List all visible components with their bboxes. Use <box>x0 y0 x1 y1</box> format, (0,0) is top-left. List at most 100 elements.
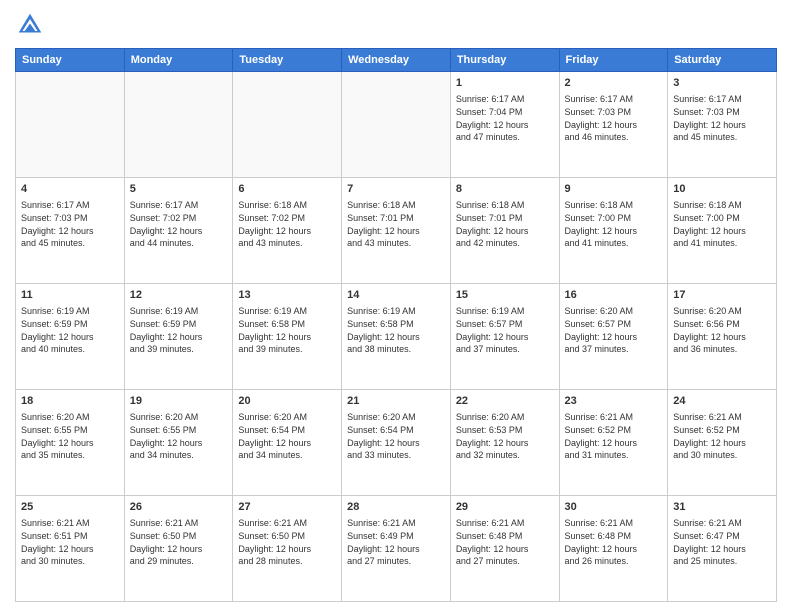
day-info: Sunrise: 6:20 AM Sunset: 6:55 PM Dayligh… <box>21 411 119 461</box>
calendar-cell <box>16 72 125 178</box>
day-number: 9 <box>565 182 663 197</box>
day-number: 24 <box>673 394 771 409</box>
day-number: 28 <box>347 500 445 515</box>
calendar-cell: 29 Sunrise: 6:21 AM Sunset: 6:48 PM Dayli… <box>450 496 559 602</box>
day-header-monday: Monday <box>124 49 233 72</box>
day-info: Sunrise: 6:18 AM Sunset: 7:01 PM Dayligh… <box>456 199 554 249</box>
day-number: 7 <box>347 182 445 197</box>
calendar-cell: 27 Sunrise: 6:21 AM Sunset: 6:50 PM Dayli… <box>233 496 342 602</box>
day-info: Sunrise: 6:20 AM Sunset: 6:57 PM Dayligh… <box>565 305 663 355</box>
day-number: 22 <box>456 394 554 409</box>
day-number: 4 <box>21 182 119 197</box>
day-number: 26 <box>130 500 228 515</box>
header <box>15 10 777 40</box>
calendar-cell: 1Sunrise: 6:17 AM Sunset: 7:04 PM Daylig… <box>450 72 559 178</box>
week-row-3: 11 Sunrise: 6:19 AM Sunset: 6:59 PM Dayli… <box>16 284 777 390</box>
day-info: Sunrise: 6:17 AM Sunset: 7:03 PM Dayligh… <box>21 199 119 249</box>
calendar-cell: 26 Sunrise: 6:21 AM Sunset: 6:50 PM Dayli… <box>124 496 233 602</box>
calendar-cell: 3 Sunrise: 6:17 AM Sunset: 7:03 PM Daylig… <box>668 72 777 178</box>
day-header-wednesday: Wednesday <box>342 49 451 72</box>
calendar-cell: 25Sunrise: 6:21 AM Sunset: 6:51 PM Dayli… <box>16 496 125 602</box>
day-info: Sunrise: 6:17 AM Sunset: 7:04 PM Dayligh… <box>456 93 554 143</box>
day-number: 3 <box>673 76 771 91</box>
calendar-cell: 15 Sunrise: 6:19 AM Sunset: 6:57 PM Dayli… <box>450 284 559 390</box>
day-info: Sunrise: 6:19 AM Sunset: 6:59 PM Dayligh… <box>21 305 119 355</box>
day-info: Sunrise: 6:18 AM Sunset: 7:00 PM Dayligh… <box>673 199 771 249</box>
day-number: 31 <box>673 500 771 515</box>
day-info: Sunrise: 6:21 AM Sunset: 6:52 PM Dayligh… <box>565 411 663 461</box>
calendar-cell: 19 Sunrise: 6:20 AM Sunset: 6:55 PM Dayli… <box>124 390 233 496</box>
day-info: Sunrise: 6:21 AM Sunset: 6:48 PM Dayligh… <box>456 517 554 567</box>
day-info: Sunrise: 6:18 AM Sunset: 7:02 PM Dayligh… <box>238 199 336 249</box>
day-info: Sunrise: 6:21 AM Sunset: 6:49 PM Dayligh… <box>347 517 445 567</box>
day-number: 2 <box>565 76 663 91</box>
calendar-cell <box>342 72 451 178</box>
calendar-cell: 28 Sunrise: 6:21 AM Sunset: 6:49 PM Dayli… <box>342 496 451 602</box>
day-number: 14 <box>347 288 445 303</box>
calendar-cell <box>233 72 342 178</box>
calendar-cell: 17 Sunrise: 6:20 AM Sunset: 6:56 PM Dayli… <box>668 284 777 390</box>
day-header-sunday: Sunday <box>16 49 125 72</box>
calendar-cell: 20 Sunrise: 6:20 AM Sunset: 6:54 PM Dayli… <box>233 390 342 496</box>
calendar-cell: 22 Sunrise: 6:20 AM Sunset: 6:53 PM Dayli… <box>450 390 559 496</box>
logo-icon <box>15 10 45 40</box>
day-info: Sunrise: 6:17 AM Sunset: 7:02 PM Dayligh… <box>130 199 228 249</box>
day-number: 27 <box>238 500 336 515</box>
day-number: 13 <box>238 288 336 303</box>
day-number: 19 <box>130 394 228 409</box>
calendar-cell: 2 Sunrise: 6:17 AM Sunset: 7:03 PM Daylig… <box>559 72 668 178</box>
header-row: SundayMondayTuesdayWednesdayThursdayFrid… <box>16 49 777 72</box>
calendar-cell: 4 Sunrise: 6:17 AM Sunset: 7:03 PM Daylig… <box>16 178 125 284</box>
day-number: 5 <box>130 182 228 197</box>
calendar-cell: 7 Sunrise: 6:18 AM Sunset: 7:01 PM Daylig… <box>342 178 451 284</box>
day-number: 6 <box>238 182 336 197</box>
day-info: Sunrise: 6:21 AM Sunset: 6:50 PM Dayligh… <box>238 517 336 567</box>
week-row-5: 25Sunrise: 6:21 AM Sunset: 6:51 PM Dayli… <box>16 496 777 602</box>
calendar-cell: 6 Sunrise: 6:18 AM Sunset: 7:02 PM Daylig… <box>233 178 342 284</box>
day-number: 17 <box>673 288 771 303</box>
day-info: Sunrise: 6:20 AM Sunset: 6:54 PM Dayligh… <box>347 411 445 461</box>
calendar-cell: 31 Sunrise: 6:21 AM Sunset: 6:47 PM Dayli… <box>668 496 777 602</box>
calendar-cell: 13Sunrise: 6:19 AM Sunset: 6:58 PM Dayli… <box>233 284 342 390</box>
day-number: 15 <box>456 288 554 303</box>
calendar-cell: 23 Sunrise: 6:21 AM Sunset: 6:52 PM Dayli… <box>559 390 668 496</box>
day-info: Sunrise: 6:21 AM Sunset: 6:50 PM Dayligh… <box>130 517 228 567</box>
day-header-friday: Friday <box>559 49 668 72</box>
calendar-cell: 30Sunrise: 6:21 AM Sunset: 6:48 PM Dayli… <box>559 496 668 602</box>
calendar-cell: 21 Sunrise: 6:20 AM Sunset: 6:54 PM Dayli… <box>342 390 451 496</box>
day-number: 12 <box>130 288 228 303</box>
logo <box>15 10 49 40</box>
day-info: Sunrise: 6:19 AM Sunset: 6:59 PM Dayligh… <box>130 305 228 355</box>
day-info: Sunrise: 6:18 AM Sunset: 7:01 PM Dayligh… <box>347 199 445 249</box>
day-info: Sunrise: 6:17 AM Sunset: 7:03 PM Dayligh… <box>673 93 771 143</box>
calendar-cell: 5 Sunrise: 6:17 AM Sunset: 7:02 PM Daylig… <box>124 178 233 284</box>
calendar-cell: 14 Sunrise: 6:19 AM Sunset: 6:58 PM Dayli… <box>342 284 451 390</box>
calendar-cell: 24 Sunrise: 6:21 AM Sunset: 6:52 PM Dayli… <box>668 390 777 496</box>
day-info: Sunrise: 6:21 AM Sunset: 6:47 PM Dayligh… <box>673 517 771 567</box>
calendar-cell: 8Sunrise: 6:18 AM Sunset: 7:01 PM Daylig… <box>450 178 559 284</box>
day-info: Sunrise: 6:20 AM Sunset: 6:55 PM Dayligh… <box>130 411 228 461</box>
week-row-4: 18Sunrise: 6:20 AM Sunset: 6:55 PM Dayli… <box>16 390 777 496</box>
week-row-1: 1Sunrise: 6:17 AM Sunset: 7:04 PM Daylig… <box>16 72 777 178</box>
day-info: Sunrise: 6:19 AM Sunset: 6:57 PM Dayligh… <box>456 305 554 355</box>
calendar-cell <box>124 72 233 178</box>
calendar-cell: 16Sunrise: 6:20 AM Sunset: 6:57 PM Dayli… <box>559 284 668 390</box>
day-header-thursday: Thursday <box>450 49 559 72</box>
day-info: Sunrise: 6:17 AM Sunset: 7:03 PM Dayligh… <box>565 93 663 143</box>
calendar-table: SundayMondayTuesdayWednesdayThursdayFrid… <box>15 48 777 602</box>
day-info: Sunrise: 6:19 AM Sunset: 6:58 PM Dayligh… <box>347 305 445 355</box>
day-number: 21 <box>347 394 445 409</box>
page: SundayMondayTuesdayWednesdayThursdayFrid… <box>0 0 792 612</box>
day-header-tuesday: Tuesday <box>233 49 342 72</box>
day-number: 29 <box>456 500 554 515</box>
day-info: Sunrise: 6:20 AM Sunset: 6:54 PM Dayligh… <box>238 411 336 461</box>
day-number: 20 <box>238 394 336 409</box>
calendar-cell: 11 Sunrise: 6:19 AM Sunset: 6:59 PM Dayli… <box>16 284 125 390</box>
day-number: 23 <box>565 394 663 409</box>
day-info: Sunrise: 6:20 AM Sunset: 6:53 PM Dayligh… <box>456 411 554 461</box>
day-info: Sunrise: 6:21 AM Sunset: 6:52 PM Dayligh… <box>673 411 771 461</box>
day-info: Sunrise: 6:21 AM Sunset: 6:48 PM Dayligh… <box>565 517 663 567</box>
week-row-2: 4 Sunrise: 6:17 AM Sunset: 7:03 PM Daylig… <box>16 178 777 284</box>
day-info: Sunrise: 6:20 AM Sunset: 6:56 PM Dayligh… <box>673 305 771 355</box>
day-number: 11 <box>21 288 119 303</box>
